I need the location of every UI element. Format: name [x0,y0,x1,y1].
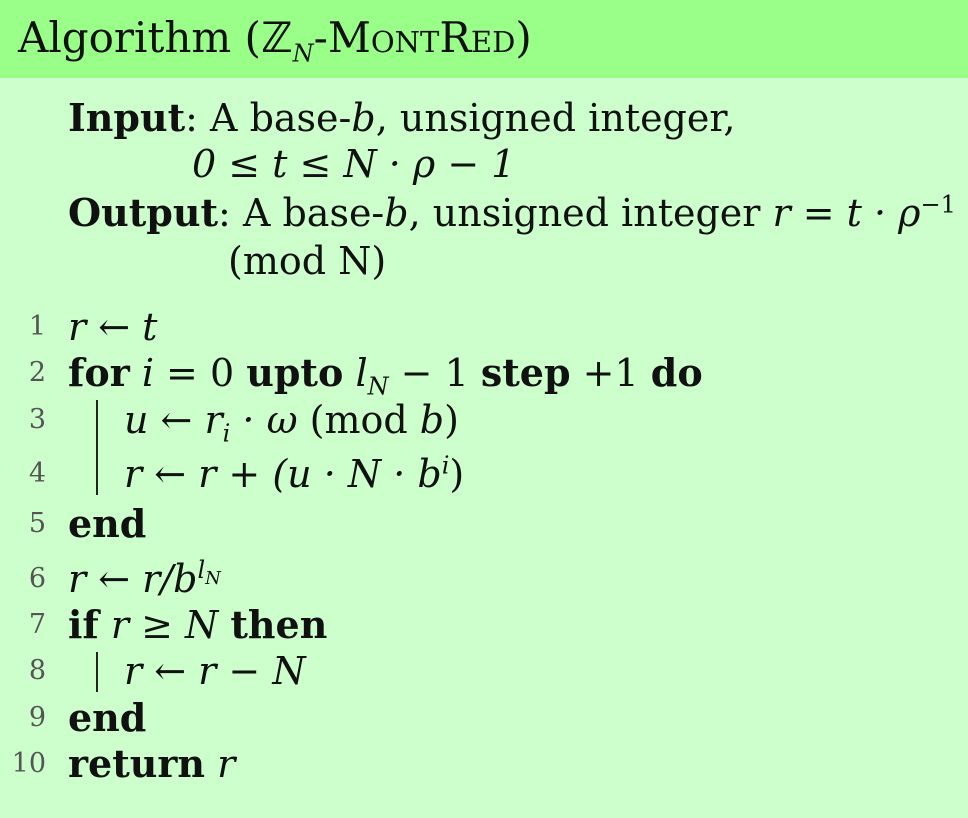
line-number: 1 [28,311,46,342]
if-body-bar [96,652,98,692]
input-line-2: 0 ≤ t ≤ N · ρ − 1 [192,142,516,186]
line-number: 9 [28,702,46,733]
code-line-2: for i = 0 upto lN − 1 step +1 do [68,350,703,401]
input-label: Input [68,95,186,140]
code-line-5: end [68,501,147,546]
code-line-6: r ← r/blN [68,556,221,601]
loop-body-bar [96,400,98,495]
line-number: 4 [28,458,46,489]
code-line-10: return r [68,741,236,786]
code-line-7: if r ≥ N then [68,602,328,647]
ring-symbol: ℤ [260,13,293,62]
code-line-3: u ← ri · ω (mod b) [124,398,459,448]
output-label: Output [68,190,219,235]
line-number: 8 [28,655,46,686]
line-number: 2 [28,357,46,388]
code-line-8: r ← r − N [124,649,306,693]
line-number: 3 [28,404,46,435]
output-line-1: Output: A base-b, unsigned integer r = t… [68,190,956,235]
algorithm-title: Algorithm (ℤN-MontRed) [18,13,532,68]
line-number: 10 [11,748,46,779]
algorithm-name: -MontRed [313,13,516,62]
algorithm-header: Algorithm (ℤN-MontRed) [0,0,968,78]
code-line-9: end [68,695,147,740]
code-line-4: r ← r + (u · N · bi) [124,451,465,496]
line-number: 6 [28,563,46,594]
output-line-2: (mod N) [228,239,387,283]
code-line-1: r ← t [68,305,158,349]
line-number: 5 [28,508,46,539]
line-number: 7 [28,609,46,640]
input-line-1: Input: A base-b, unsigned integer, [68,95,736,140]
